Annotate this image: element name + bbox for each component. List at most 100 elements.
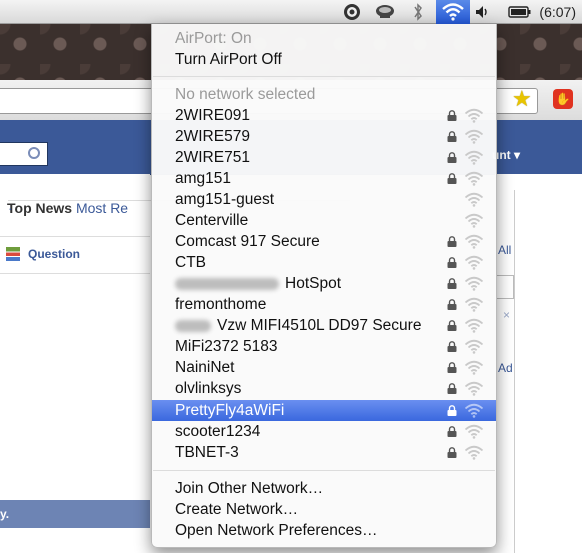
wifi-signal-icon (464, 108, 484, 123)
lock-icon (447, 257, 457, 268)
turn-airport-off-item[interactable]: Turn AirPort Off (152, 49, 496, 70)
wifi-signal-icon (464, 150, 484, 165)
wifi-signal-icon (464, 360, 484, 375)
lock-icon (447, 447, 457, 458)
wifi-signal-icon (464, 234, 484, 249)
tab-most-recent[interactable]: Most Re (76, 200, 128, 216)
network-item[interactable]: Comcast 917 Secure (152, 231, 496, 252)
network-name: Comcast 917 Secure (175, 233, 320, 250)
network-item[interactable]: Vzw MIFI4510L DD97 Secure (152, 315, 496, 336)
wifi-signal-icon (464, 129, 484, 144)
lock-icon (447, 299, 457, 310)
network-item[interactable]: scooter1234 (152, 421, 496, 442)
lock-icon (447, 152, 457, 163)
news-tabs: Top News · Most Re (7, 200, 350, 216)
lock-icon (447, 426, 457, 437)
facebook-search-input[interactable] (0, 142, 48, 166)
network-name: amg151 (175, 170, 232, 187)
network-item[interactable]: 2WIRE091 (152, 105, 496, 126)
network-item[interactable]: 2WIRE579 (152, 126, 496, 147)
network-item[interactable]: MiFi2372 5183 (152, 336, 496, 357)
question-icon (6, 247, 20, 261)
create-network-item[interactable]: Create Network… (152, 499, 496, 520)
volume-icon[interactable] (474, 3, 492, 21)
lock-icon (447, 320, 457, 331)
redacted-text (175, 319, 211, 332)
network-name: CTB (175, 254, 206, 271)
close-icon[interactable]: × (503, 308, 510, 322)
wifi-signal-icon (464, 424, 484, 439)
search-icon[interactable] (28, 147, 40, 159)
lock-icon (447, 362, 457, 373)
open-network-preferences-item[interactable]: Open Network Preferences… (152, 520, 496, 541)
footer-text: y. (0, 507, 10, 521)
lock-icon (447, 278, 457, 289)
wifi-signal-icon (464, 318, 484, 333)
bluetooth-icon[interactable] (410, 3, 426, 21)
network-name: MiFi2372 5183 (175, 338, 278, 355)
lock-icon (447, 173, 457, 184)
wifi-signal-icon (464, 339, 484, 354)
network-item[interactable]: 2WIRE751 (152, 147, 496, 168)
no-network-label: No network selected (175, 86, 316, 103)
network-item[interactable]: fremonthome (152, 294, 496, 315)
network-name: NainiNet (175, 359, 235, 376)
wifi-signal-icon (464, 297, 484, 312)
network-item[interactable]: olvlinksys (152, 378, 496, 399)
network-name: scooter1234 (175, 423, 261, 440)
redacted-text (175, 277, 279, 290)
lock-icon (447, 236, 457, 247)
network-item[interactable]: amg151-guest (152, 189, 496, 210)
wifi-signal-icon (464, 171, 484, 186)
input-box[interactable] (497, 275, 514, 299)
join-other-network-item[interactable]: Join Other Network… (152, 478, 496, 499)
battery-icon[interactable] (508, 3, 532, 21)
network-item-selected[interactable]: PrettyFly4aWiFi (152, 400, 496, 421)
see-all-link[interactable]: All (498, 243, 511, 257)
network-name: 2WIRE751 (175, 149, 250, 166)
lock-icon (447, 405, 457, 416)
bookmark-star-icon[interactable]: ★ (512, 86, 532, 112)
lock-icon (447, 110, 457, 121)
wifi-signal-icon (464, 381, 484, 396)
network-name: PrettyFly4aWiFi (175, 402, 285, 419)
airport-status: AirPort: On (175, 30, 252, 47)
wifi-menu-icon[interactable] (436, 0, 470, 24)
wifi-signal-icon (464, 192, 484, 207)
network-name: 2WIRE579 (175, 128, 250, 145)
network-item[interactable]: HotSpot (152, 273, 496, 294)
wifi-signal-icon (464, 276, 484, 291)
network-name: fremonthome (175, 296, 267, 313)
ad-link[interactable]: Ad (498, 361, 513, 375)
question-link[interactable]: Question (28, 247, 80, 261)
tab-top-news[interactable]: Top News (7, 200, 72, 216)
gear-icon[interactable] (342, 3, 362, 21)
menu-separator (153, 470, 495, 471)
network-name: TBNET-3 (175, 444, 239, 461)
network-item[interactable]: TBNET-3 (152, 442, 496, 463)
network-name: olvlinksys (175, 380, 242, 397)
column-divider (514, 190, 515, 553)
network-name: 2WIRE091 (175, 107, 250, 124)
wifi-signal-icon (464, 403, 484, 418)
menubar-clock[interactable]: (6:07) (539, 3, 576, 21)
footer-bar: y. (0, 500, 150, 528)
lock-icon (447, 341, 457, 352)
network-item[interactable]: NainiNet (152, 357, 496, 378)
network-item[interactable]: CTB (152, 252, 496, 273)
menu-separator (153, 76, 495, 77)
wifi-signal-icon (464, 213, 484, 228)
divider (0, 273, 150, 274)
divider (0, 236, 150, 237)
stop-icon[interactable]: ✋ (553, 89, 573, 109)
network-item[interactable]: amg151 (152, 168, 496, 189)
network-item[interactable]: Centerville (152, 210, 496, 231)
menu-bar: (6:07) (0, 0, 582, 24)
wifi-signal-icon (464, 255, 484, 270)
network-name: Centerville (175, 212, 249, 229)
network-name: amg151-guest (175, 191, 275, 208)
wifi-signal-icon (464, 445, 484, 460)
network-name: Vzw MIFI4510L DD97 Secure (217, 317, 422, 334)
cup-icon[interactable] (374, 3, 396, 21)
left-content (0, 174, 150, 553)
